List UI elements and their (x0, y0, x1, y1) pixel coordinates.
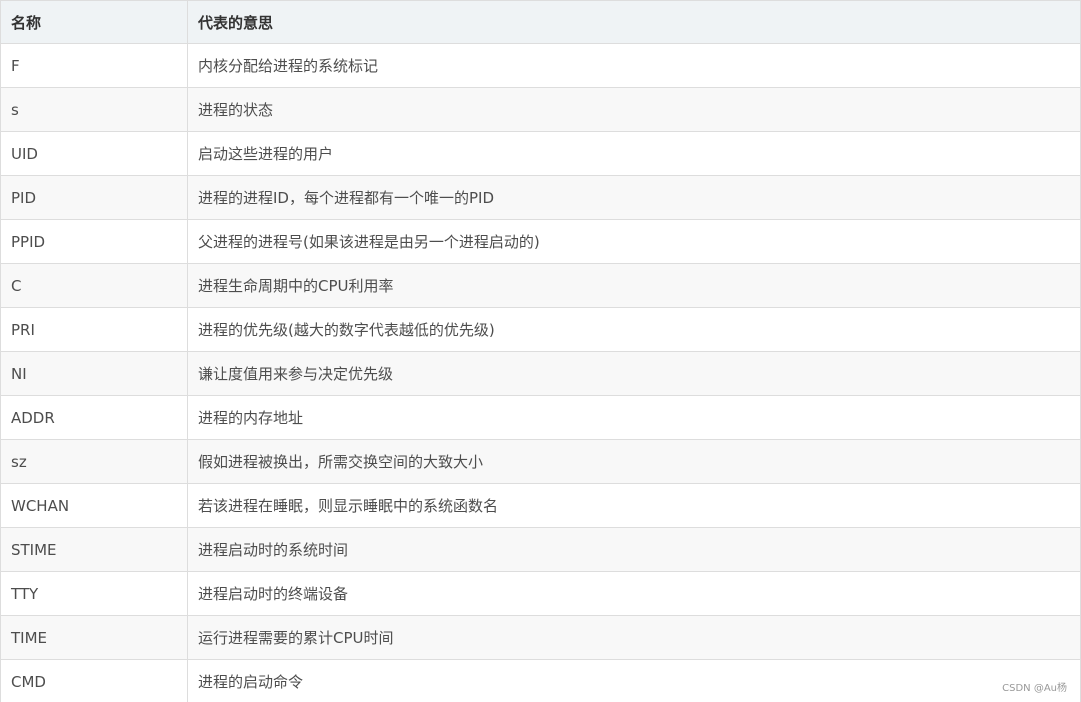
field-name-cell: WCHAN (0, 484, 188, 527)
field-meaning-cell: 启动这些进程的用户 (188, 132, 1081, 175)
field-name-cell: PPID (0, 220, 188, 263)
field-meaning-cell: 父进程的进程号(如果该进程是由另一个进程启动的) (188, 220, 1081, 263)
field-name-cell: PID (0, 176, 188, 219)
header-name: 名称 (0, 1, 188, 43)
table-row: C 进程生命周期中的CPU利用率 (0, 264, 1081, 308)
table-row: CMD 进程的启动命令 (0, 660, 1081, 702)
table-row: NI 谦让度值用来参与决定优先级 (0, 352, 1081, 396)
field-meaning-cell: 进程生命周期中的CPU利用率 (188, 264, 1081, 307)
table-row: PRI 进程的优先级(越大的数字代表越低的优先级) (0, 308, 1081, 352)
field-meaning-cell: 进程的优先级(越大的数字代表越低的优先级) (188, 308, 1081, 351)
field-name-cell: UID (0, 132, 188, 175)
field-meaning-cell: 进程的进程ID，每个进程都有一个唯一的PID (188, 176, 1081, 219)
field-name-cell: F (0, 44, 188, 87)
field-meaning-cell: 进程启动时的系统时间 (188, 528, 1081, 571)
field-meaning-cell: 内核分配给进程的系统标记 (188, 44, 1081, 87)
table-row: F 内核分配给进程的系统标记 (0, 44, 1081, 88)
table-row: sz 假如进程被换出，所需交换空间的大致大小 (0, 440, 1081, 484)
header-meaning: 代表的意思 (188, 1, 1081, 43)
table-header-row: 名称 代表的意思 (0, 1, 1081, 44)
table-row: TTY 进程启动时的终端设备 (0, 572, 1081, 616)
field-meaning-cell: 进程启动时的终端设备 (188, 572, 1081, 615)
field-meaning-cell: 假如进程被换出，所需交换空间的大致大小 (188, 440, 1081, 483)
field-name-cell: sz (0, 440, 188, 483)
table-row: ADDR 进程的内存地址 (0, 396, 1081, 440)
table-body: F 内核分配给进程的系统标记 s 进程的状态 UID 启动这些进程的用户 PID 进程的进程I… (0, 44, 1081, 702)
field-name-cell: TTY (0, 572, 188, 615)
table-row: PPID 父进程的进程号(如果该进程是由另一个进程启动的) (0, 220, 1081, 264)
field-meaning-cell: 进程的启动命令 (188, 660, 1081, 702)
field-meaning-cell: 运行进程需要的累计CPU时间 (188, 616, 1081, 659)
field-name-cell: PRI (0, 308, 188, 351)
field-name-cell: CMD (0, 660, 188, 702)
table-row: UID 启动这些进程的用户 (0, 132, 1081, 176)
field-name-cell: TIME (0, 616, 188, 659)
csdn-watermark: CSDN @Au杨 (1002, 683, 1067, 694)
field-meaning-cell: 进程的内存地址 (188, 396, 1081, 439)
field-meaning-cell: 谦让度值用来参与决定优先级 (188, 352, 1081, 395)
field-name-cell: STIME (0, 528, 188, 571)
field-name-cell: ADDR (0, 396, 188, 439)
field-meaning-cell: 进程的状态 (188, 88, 1081, 131)
process-fields-table: 名称 代表的意思 F 内核分配给进程的系统标记 s 进程的状态 UID 启动这些进程的用户… (0, 0, 1081, 702)
table-row: PID 进程的进程ID，每个进程都有一个唯一的PID (0, 176, 1081, 220)
field-name-cell: C (0, 264, 188, 307)
table-row: TIME 运行进程需要的累计CPU时间 (0, 616, 1081, 660)
field-name-cell: s (0, 88, 188, 131)
field-meaning-cell: 若该进程在睡眠，则显示睡眠中的系统函数名 (188, 484, 1081, 527)
table-row: s 进程的状态 (0, 88, 1081, 132)
table-row: STIME 进程启动时的系统时间 (0, 528, 1081, 572)
table-row: WCHAN 若该进程在睡眠，则显示睡眠中的系统函数名 (0, 484, 1081, 528)
field-name-cell: NI (0, 352, 188, 395)
